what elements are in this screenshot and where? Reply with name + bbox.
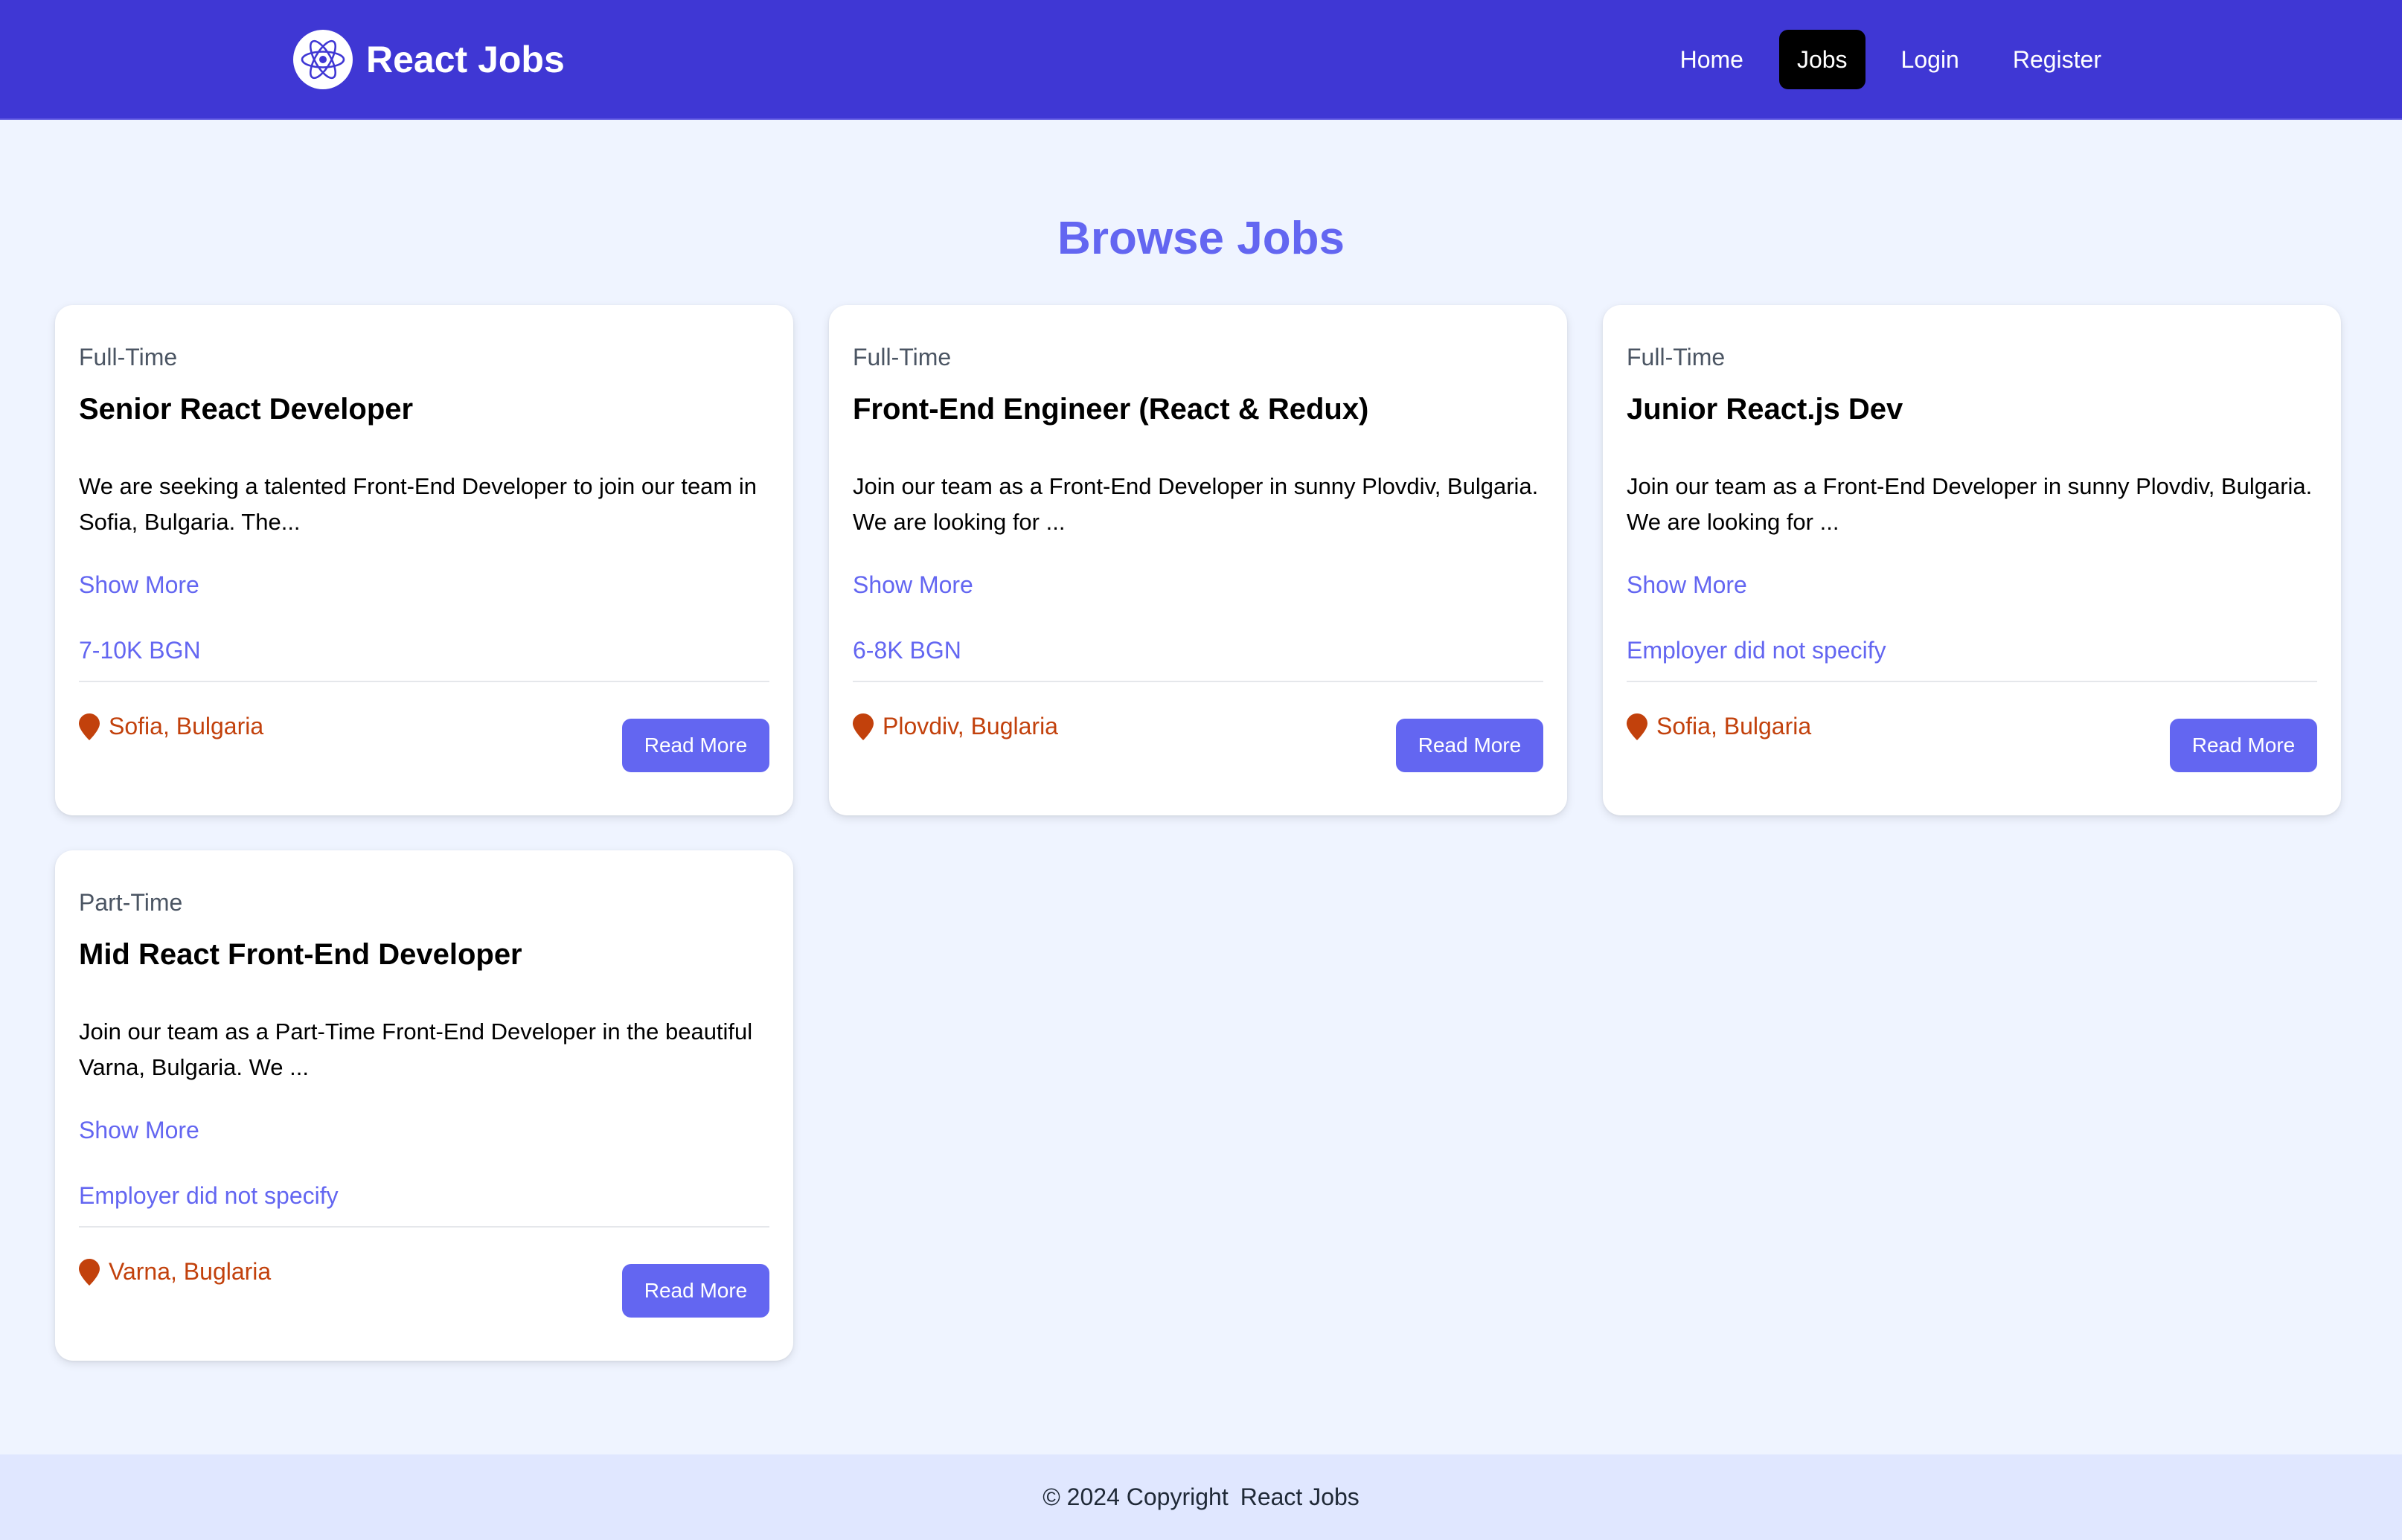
show-more-button[interactable]: Show More [79,571,199,599]
nav-home-link[interactable]: Home [1662,30,1761,89]
show-more-button[interactable]: Show More [853,571,973,599]
job-location: Varna, Buglaria [79,1258,271,1286]
brand-name: React Jobs [366,39,565,80]
read-more-button[interactable]: Read More [622,719,769,772]
card-divider [79,681,769,682]
job-location: Sofia, Bulgaria [1627,713,1811,740]
page-title: Browse Jobs [1057,213,1345,264]
job-type: Full-Time [79,344,178,370]
nav-links: Home Jobs Login Register [1662,28,2119,91]
job-card: Full-Time Senior React Developer We are … [55,305,793,815]
job-description: Join our team as a Front-End Developer i… [1627,473,2313,535]
map-marker-icon [1627,713,1647,740]
job-location-label: Plovdiv, Buglaria [883,713,1058,739]
map-marker-icon [79,1258,100,1286]
job-card: Full-Time Junior React.js Dev Join our t… [1603,305,2341,815]
footer-copyright: © 2024 Copyright [1043,1483,1229,1510]
job-description: We are seeking a talented Front-End Deve… [79,473,757,535]
card-divider [853,681,1543,682]
job-type: Part-Time [79,889,183,916]
footer-brand: React Jobs [1240,1483,1359,1510]
job-location-label: Sofia, Bulgaria [109,713,264,739]
react-atom-icon [293,30,353,89]
card-divider [1627,681,2317,682]
job-title: Front-End Engineer (React & Redux) [853,393,1369,426]
read-more-button[interactable]: Read More [1396,719,1543,772]
map-marker-icon [79,713,100,740]
brand-link[interactable]: React Jobs [293,28,565,91]
job-title: Mid React Front-End Developer [79,938,522,971]
job-type: Full-Time [1627,344,1726,370]
nav-jobs-link[interactable]: Jobs [1778,30,1865,89]
read-more-button[interactable]: Read More [622,1264,769,1318]
job-location: Sofia, Bulgaria [79,713,263,740]
card-divider [79,1226,769,1228]
job-type: Full-Time [853,344,952,370]
job-salary: Employer did not specify [79,1182,339,1209]
read-more-button[interactable]: Read More [2170,719,2317,772]
job-location-label: Varna, Buglaria [109,1258,272,1285]
job-card: Part-Time Mid React Front-End Developer … [55,850,793,1361]
job-salary: 6-8K BGN [853,637,961,664]
map-marker-icon [853,713,874,740]
job-salary: Employer did not specify [1627,637,1886,664]
nav-register-link[interactable]: Register [1995,30,2119,89]
show-more-button[interactable]: Show More [1627,571,1747,599]
job-description: Join our team as a Front-End Developer i… [853,473,1539,535]
job-title: Junior React.js Dev [1627,393,1903,426]
navbar: React Jobs Home Jobs Login Register [0,0,2402,120]
job-salary: 7-10K BGN [79,637,201,664]
job-card: Full-Time Front-End Engineer (React & Re… [829,305,1567,815]
nav-login-link[interactable]: Login [1883,30,1977,89]
job-location: Plovdiv, Buglaria [853,713,1058,740]
show-more-button[interactable]: Show More [79,1117,199,1144]
job-description: Join our team as a Part-Time Front-End D… [79,1018,753,1080]
job-location-label: Sofia, Bulgaria [1656,713,1812,739]
job-title: Senior React Developer [79,393,414,426]
footer: © 2024 Copyright React Jobs [0,1454,2402,1540]
